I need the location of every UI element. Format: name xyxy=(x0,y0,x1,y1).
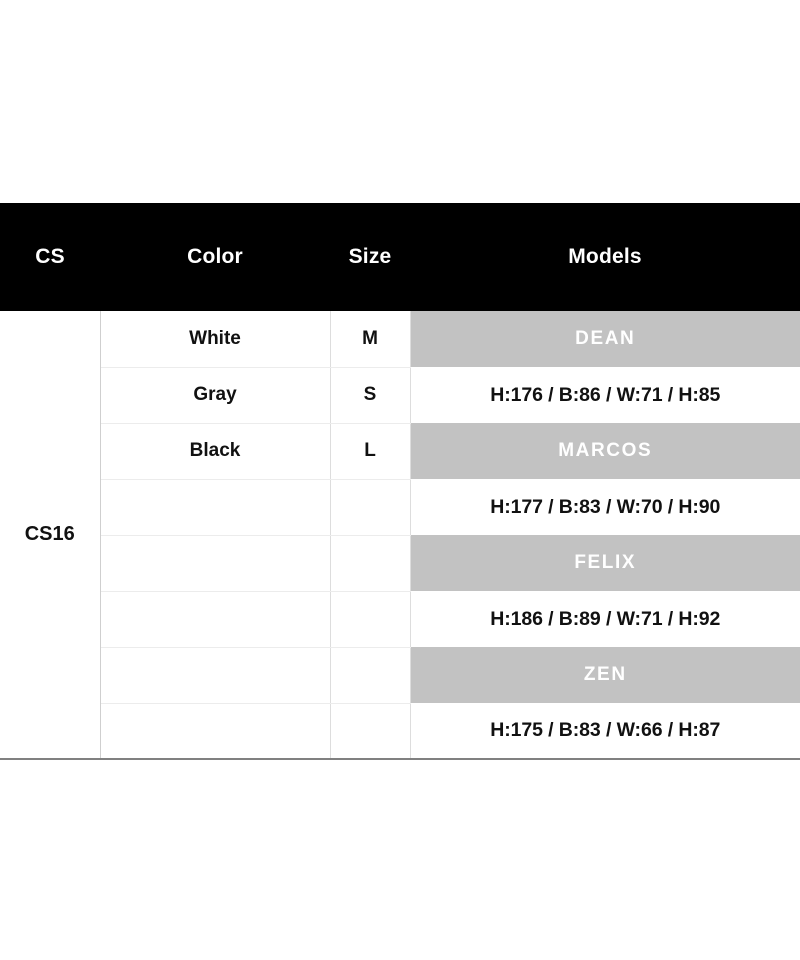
page-root: CS Color Size Models CS16 White M DEAN G… xyxy=(0,0,800,960)
size-cell xyxy=(330,535,411,592)
table-row: FELIX xyxy=(0,535,800,592)
size-chart-table: CS Color Size Models CS16 White M DEAN G… xyxy=(0,203,800,760)
table-row: H:177 / B:83 / W:70 / H:90 xyxy=(0,479,800,536)
color-cell: Gray xyxy=(100,367,331,424)
table-row: ZEN xyxy=(0,647,800,704)
model-name-cell: FELIX xyxy=(410,535,800,591)
column-header-size: Size xyxy=(330,203,410,311)
size-cell: M xyxy=(330,311,411,368)
model-measurements-cell: H:186 / B:89 / W:71 / H:92 xyxy=(410,591,800,647)
table-row: CS16 White M DEAN xyxy=(0,311,800,759)
header-row: CS Color Size Models xyxy=(0,203,800,311)
model-measurements-cell: H:176 / B:86 / W:71 / H:85 xyxy=(410,367,800,423)
color-cell xyxy=(100,591,331,648)
model-measurements-cell: H:177 / B:83 / W:70 / H:90 xyxy=(410,479,800,535)
color-cell xyxy=(100,479,331,536)
size-cell xyxy=(330,591,411,648)
size-cell xyxy=(330,479,411,536)
color-cell: White xyxy=(100,311,331,368)
table-header: CS Color Size Models xyxy=(0,203,800,311)
size-cell: S xyxy=(330,367,411,424)
column-header-cs: CS xyxy=(0,203,100,311)
table-row: Gray S H:176 / B:86 / W:71 / H:85 xyxy=(0,367,800,424)
size-chart-container: CS Color Size Models CS16 White M DEAN G… xyxy=(0,203,800,760)
model-name-cell: DEAN xyxy=(410,311,800,367)
color-cell xyxy=(100,535,331,592)
column-header-models: Models xyxy=(410,203,800,311)
size-cell xyxy=(330,703,411,759)
column-header-color: Color xyxy=(100,203,330,311)
table-row: H:175 / B:83 / W:66 / H:87 xyxy=(0,703,800,759)
cs-group-cell: CS16 xyxy=(0,311,101,759)
size-cell xyxy=(330,647,411,704)
table-body: CS16 White M DEAN Gray S H:176 / B:86 / … xyxy=(0,311,800,759)
size-cell: L xyxy=(330,423,411,480)
table-row: H:186 / B:89 / W:71 / H:92 xyxy=(0,591,800,648)
color-cell: Black xyxy=(100,423,331,480)
color-cell xyxy=(100,703,331,759)
model-name-cell: MARCOS xyxy=(410,423,800,479)
table-row: Black L MARCOS xyxy=(0,423,800,480)
model-measurements-cell: H:175 / B:83 / W:66 / H:87 xyxy=(410,703,800,759)
color-cell xyxy=(100,647,331,704)
model-name-cell: ZEN xyxy=(410,647,800,703)
